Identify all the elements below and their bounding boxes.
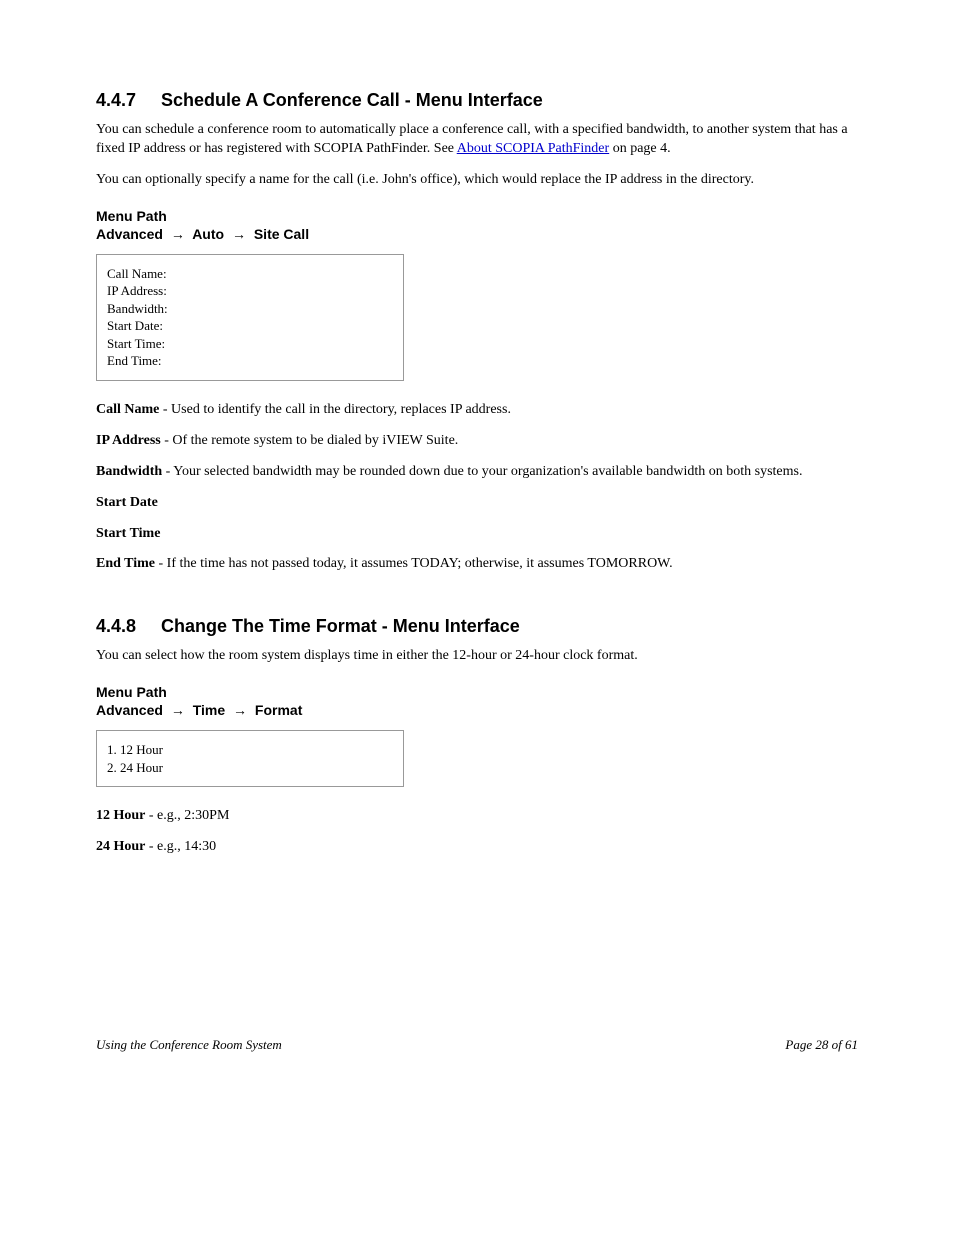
field-desc: - If the time has not passed today, it a… [159,556,673,571]
paragraph: You can schedule a conference room to au… [96,121,858,159]
field-label: IP Address [96,433,161,448]
field-desc: - Your selected bandwidth may be rounded… [166,464,803,479]
footer-right: Page 28 of 61 [785,1037,858,1053]
paragraph: You can select how the room system displ… [96,647,858,666]
bullet-item: IP Address - Of the remote system to be … [96,432,858,451]
field-label: 12 Hour [96,808,145,823]
bullet-item: 24 Hour - e.g., 14:30 [96,838,858,857]
pathfinder-link[interactable]: About SCOPIA PathFinder [457,141,609,156]
footer-left: Using the Conference Room System [96,1037,282,1053]
field-label: End Time [96,556,155,571]
section-number: 4.4.8 [96,616,156,637]
field-label: 24 Hour [96,839,145,854]
field-desc: - Of the remote system to be dialed by i… [164,433,458,448]
page-footer: Using the Conference Room System Page 28… [96,1037,858,1053]
text: on page 4. [613,141,671,156]
menu-step: Time [193,702,229,718]
text: You can select how the room system displ… [96,648,638,663]
arrow-right-icon: → [171,702,185,718]
field-desc: - e.g., 2:30PM [149,808,230,823]
section-number: 4.4.7 [96,90,156,111]
field-label: Start Date [96,495,158,510]
menu-step: Site Call [254,226,309,242]
bullet-item: Bandwidth - Your selected bandwidth may … [96,463,858,482]
field-desc: - e.g., 14:30 [149,839,216,854]
site-call-fields-box: Call Name: IP Address: Bandwidth: Start … [96,254,404,381]
section-heading: 4.4.8 Change The Time Format - Menu Inte… [96,616,858,637]
menu-path: Advanced → Auto → Site Call [96,226,858,242]
bullet-item: Start Date [96,494,858,513]
text: You can optionally specify a name for th… [96,172,754,187]
bullet-item: End Time - If the time has not passed to… [96,555,858,574]
bullet-item: 12 Hour - e.g., 2:30PM [96,807,858,826]
page: 4.4.7 Schedule A Conference Call - Menu … [0,0,954,1113]
menu-step: Advanced [96,702,167,718]
field-label: Bandwidth [96,464,162,479]
arrow-right-icon: → [171,226,185,242]
menu-path-label: Menu Path [96,684,858,700]
bullet-item: Call Name - Used to identify the call in… [96,401,858,420]
time-format-options-box: 1. 12 Hour 2. 24 Hour [96,730,404,787]
field-label: Start Time [96,526,160,541]
menu-path: Advanced → Time → Format [96,702,858,718]
menu-step: Advanced [96,226,167,242]
field-label: Call Name [96,402,159,417]
menu-path-label: Menu Path [96,208,858,224]
arrow-right-icon: → [233,702,247,718]
field-desc: - Used to identify the call in the direc… [163,402,511,417]
section-title-text: Change The Time Format - Menu Interface [161,616,520,636]
arrow-right-icon: → [232,226,246,242]
menu-step: Auto [192,226,228,242]
section-title-text: Schedule A Conference Call - Menu Interf… [161,90,543,110]
bullet-item: Start Time [96,525,858,544]
paragraph: You can optionally specify a name for th… [96,171,858,190]
menu-step: Format [255,702,302,718]
section-heading: 4.4.7 Schedule A Conference Call - Menu … [96,90,858,111]
